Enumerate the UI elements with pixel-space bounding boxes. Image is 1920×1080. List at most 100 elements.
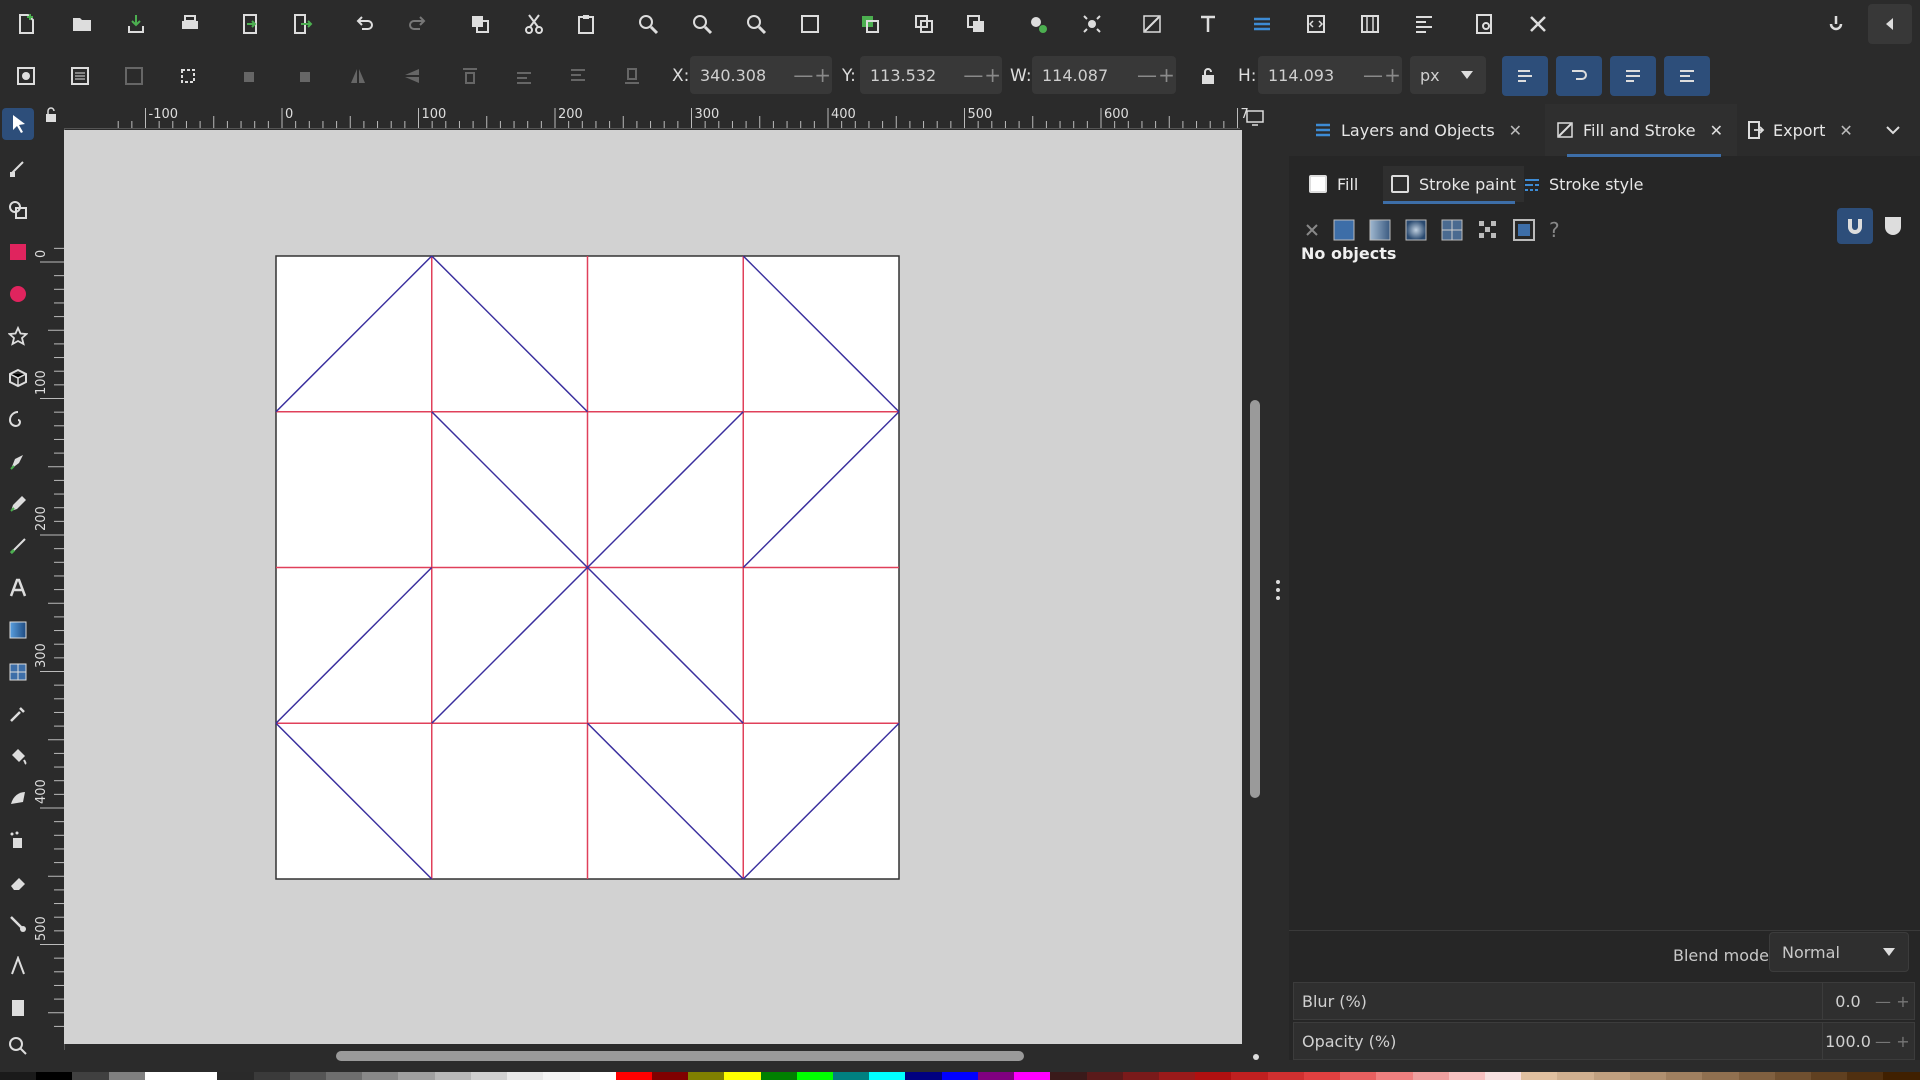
- select-all-layers-icon[interactable]: [62, 58, 98, 94]
- x-field[interactable]: 340.308 — +: [690, 56, 832, 94]
- panel-resize-handle[interactable]: [1276, 578, 1280, 602]
- palette-swatch[interactable]: [1231, 1072, 1268, 1080]
- node-tool-icon[interactable]: [0, 150, 36, 186]
- blur-field[interactable]: Blur (%) 0.0 — +: [1293, 982, 1915, 1020]
- palette-swatch[interactable]: [1195, 1072, 1232, 1080]
- opacity-increment[interactable]: +: [1893, 1032, 1913, 1051]
- subtab-fill[interactable]: Fill: [1309, 166, 1358, 202]
- palette-swatch[interactable]: [1159, 1072, 1196, 1080]
- close-icon[interactable]: ✕: [1839, 121, 1852, 140]
- blend-mode-select[interactable]: Normal: [1769, 932, 1909, 972]
- snap-toggle-icon[interactable]: [1818, 6, 1854, 42]
- node-edit-icon[interactable]: [1020, 6, 1056, 42]
- raise-icon[interactable]: [506, 58, 542, 94]
- layers-icon[interactable]: [1244, 6, 1280, 42]
- tweak-tool-icon[interactable]: [0, 780, 36, 816]
- tabs-menu-button[interactable]: [1885, 122, 1901, 142]
- horizontal-scrollbar[interactable]: [336, 1051, 1024, 1061]
- palette-swatch[interactable]: [507, 1072, 544, 1080]
- measure-tool-icon[interactable]: [0, 948, 36, 984]
- palette-swatch[interactable]: [1340, 1072, 1377, 1080]
- spray-tool-icon[interactable]: [0, 822, 36, 858]
- palette-swatch[interactable]: [36, 1072, 73, 1080]
- raise-to-top-icon[interactable]: [452, 58, 488, 94]
- unset-paint-icon[interactable]: ?: [1549, 218, 1560, 242]
- palette-swatch[interactable]: [688, 1072, 725, 1080]
- print-icon[interactable]: [172, 6, 208, 42]
- y-increment[interactable]: +: [983, 63, 1002, 87]
- shape-builder-icon[interactable]: [0, 192, 36, 228]
- x-decrement[interactable]: —: [793, 63, 813, 87]
- palette-swatch[interactable]: [796, 1072, 834, 1080]
- document-properties-icon[interactable]: [1466, 6, 1502, 42]
- new-document-icon[interactable]: [8, 6, 44, 42]
- save-icon[interactable]: [118, 6, 154, 42]
- lower-icon[interactable]: [560, 58, 596, 94]
- y-field[interactable]: 113.532 — +: [860, 56, 1002, 94]
- palette-swatch[interactable]: [398, 1072, 435, 1080]
- subtab-stroke-paint[interactable]: Stroke paint: [1383, 166, 1524, 202]
- tab-layers-and-objects[interactable]: Layers and Objects ✕: [1313, 104, 1522, 156]
- blur-decrement[interactable]: —: [1873, 992, 1893, 1011]
- mesh-gradient-icon[interactable]: [1441, 219, 1463, 241]
- horizontal-ruler[interactable]: -100 0 100 200 300 400 500 600 7: [64, 104, 1249, 129]
- radial-gradient-icon[interactable]: [1405, 219, 1427, 241]
- preferences-icon[interactable]: [1520, 6, 1556, 42]
- undo-icon[interactable]: [346, 6, 382, 42]
- w-increment[interactable]: +: [1157, 63, 1176, 87]
- close-icon[interactable]: ✕: [1710, 121, 1723, 140]
- code-icon[interactable]: [1298, 6, 1334, 42]
- palette-swatch[interactable]: [1883, 1072, 1920, 1080]
- palette-swatch[interactable]: [941, 1072, 978, 1080]
- flip-horizontal-icon[interactable]: [340, 58, 376, 94]
- clone-icon[interactable]: [958, 6, 994, 42]
- snap-menu-button[interactable]: [1868, 4, 1912, 44]
- palette-swatch[interactable]: [1267, 1072, 1304, 1080]
- palette-swatch[interactable]: [1014, 1072, 1051, 1080]
- select-all-icon[interactable]: [8, 58, 44, 94]
- palette-swatch[interactable]: [1702, 1072, 1739, 1080]
- paint-bucket-tool-icon[interactable]: [0, 738, 36, 774]
- palette-swatch[interactable]: [1593, 1072, 1630, 1080]
- palette-swatch[interactable]: [1521, 1072, 1558, 1080]
- palette-swatch[interactable]: [1086, 1072, 1123, 1080]
- tab-export[interactable]: Export ✕: [1745, 104, 1853, 156]
- pencil-tool-icon[interactable]: [0, 486, 36, 522]
- gradient-tool-icon[interactable]: [0, 612, 36, 648]
- tab-fill-and-stroke[interactable]: Fill and Stroke ✕: [1545, 104, 1738, 156]
- group-icon[interactable]: [852, 6, 888, 42]
- zoom-selection-icon[interactable]: [630, 6, 666, 42]
- eraser-tool-icon[interactable]: [0, 864, 36, 900]
- palette-swatch[interactable]: [325, 1072, 363, 1080]
- y-decrement[interactable]: —: [963, 63, 983, 87]
- text-tool-icon[interactable]: [0, 570, 36, 606]
- vertical-ruler[interactable]: 0 100 200 300 400 500: [34, 128, 65, 1050]
- scale-corners-button[interactable]: [1556, 56, 1602, 96]
- rectangle-tool-icon[interactable]: [0, 234, 36, 270]
- import-icon[interactable]: [232, 6, 268, 42]
- pattern-icon[interactable]: [1477, 219, 1499, 241]
- palette-swatch[interactable]: [1738, 1072, 1775, 1080]
- swatch-icon[interactable]: [1513, 219, 1535, 241]
- align-icon[interactable]: [1406, 6, 1442, 42]
- move-patterns-button[interactable]: [1664, 56, 1710, 96]
- palette-swatch[interactable]: [1810, 1072, 1848, 1080]
- palette-swatch[interactable]: [724, 1072, 761, 1080]
- palette-swatch[interactable]: [289, 1072, 326, 1080]
- palette-swatch[interactable]: [0, 1072, 37, 1080]
- palette-swatch[interactable]: [1448, 1072, 1485, 1080]
- spiral-tool-icon[interactable]: [0, 402, 36, 438]
- palette-swatch[interactable]: [470, 1072, 508, 1080]
- palette-swatch[interactable]: [1050, 1072, 1087, 1080]
- palette-swatch[interactable]: [1629, 1072, 1667, 1080]
- calligraphy-tool-icon[interactable]: [0, 528, 36, 564]
- deselect-icon[interactable]: [116, 58, 152, 94]
- zoom-fit-icon[interactable]: [792, 6, 828, 42]
- xml-edit-icon[interactable]: [1134, 6, 1170, 42]
- text-icon[interactable]: [1190, 6, 1226, 42]
- palette-swatch[interactable]: [362, 1072, 399, 1080]
- paste-icon[interactable]: [568, 6, 604, 42]
- color-palette[interactable]: [0, 1072, 1920, 1080]
- rotate-cw-icon[interactable]: [286, 58, 322, 94]
- palette-swatch[interactable]: [1557, 1072, 1594, 1080]
